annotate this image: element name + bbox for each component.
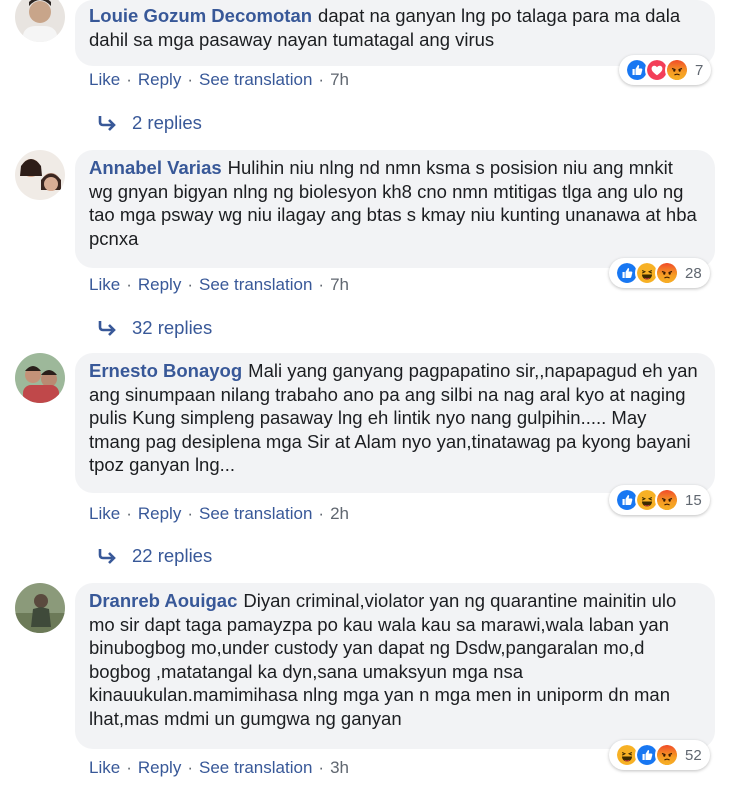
- comment-author[interactable]: Annabel Varias: [89, 157, 222, 178]
- replies-count: 22 replies: [132, 545, 213, 566]
- reply-arrow-icon: [98, 549, 116, 564]
- reply-link[interactable]: Reply: [138, 758, 181, 777]
- comment-actions: Like · Reply · See translation · 7h: [89, 70, 349, 89]
- see-translation-link[interactable]: See translation: [199, 70, 312, 89]
- reaction-summary[interactable]: 7: [619, 55, 712, 85]
- comment-author[interactable]: Dranreb Aouigac: [89, 590, 237, 611]
- like-link[interactable]: Like: [89, 70, 120, 89]
- view-replies-link[interactable]: 22 replies: [96, 545, 212, 567]
- reaction-summary[interactable]: 52: [609, 740, 710, 770]
- see-translation-link[interactable]: See translation: [199, 275, 312, 294]
- reply-link[interactable]: Reply: [138, 70, 181, 89]
- replies-count: 32 replies: [132, 317, 213, 338]
- angry-icon: [655, 743, 679, 767]
- reply-link[interactable]: Reply: [138, 504, 181, 523]
- reaction-summary[interactable]: 28: [609, 258, 710, 288]
- angry-icon: [655, 488, 679, 512]
- comment-bubble: Dranreb Aouigac Diyan criminal,violator y…: [75, 583, 715, 749]
- avatar[interactable]: [15, 583, 65, 633]
- replies-count: 2 replies: [132, 112, 202, 133]
- avatar[interactable]: [15, 353, 65, 403]
- see-translation-link[interactable]: See translation: [199, 758, 312, 777]
- comment-actions: Like · Reply · See translation · 7h: [89, 275, 349, 294]
- reaction-summary[interactable]: 15: [609, 485, 710, 515]
- avatar[interactable]: [15, 0, 65, 42]
- comment-bubble: Annabel Varias Hulihin niu nlng nd nmn ks…: [75, 150, 715, 268]
- reaction-count: 15: [685, 491, 702, 509]
- see-translation-link[interactable]: See translation: [199, 504, 312, 523]
- comment-time[interactable]: 7h: [330, 275, 349, 294]
- like-link[interactable]: Like: [89, 275, 120, 294]
- comment-bubble: Louie Gozum Decomotan dapat na ganyan lng…: [75, 0, 715, 66]
- comment-time[interactable]: 2h: [330, 504, 349, 523]
- avatar[interactable]: [15, 150, 65, 200]
- comment-time[interactable]: 7h: [330, 70, 349, 89]
- angry-icon: [655, 261, 679, 285]
- reply-arrow-icon: [98, 321, 116, 336]
- comment-time[interactable]: 3h: [330, 758, 349, 777]
- angry-icon: [665, 58, 689, 82]
- view-replies-link[interactable]: 2 replies: [96, 112, 202, 134]
- comment-actions: Like · Reply · See translation · 2h: [89, 504, 349, 523]
- like-link[interactable]: Like: [89, 504, 120, 523]
- comment-bubble: Ernesto Bonayog Mali yang ganyang pagpapa…: [75, 353, 715, 493]
- reply-arrow-icon: [98, 116, 116, 131]
- view-replies-link[interactable]: 32 replies: [96, 317, 212, 339]
- reply-link[interactable]: Reply: [138, 275, 181, 294]
- reaction-count: 7: [695, 61, 704, 79]
- comment-author[interactable]: Ernesto Bonayog: [89, 360, 242, 381]
- comment-author[interactable]: Louie Gozum Decomotan: [89, 5, 312, 26]
- reaction-count: 28: [685, 264, 702, 282]
- reaction-count: 52: [685, 746, 702, 764]
- like-link[interactable]: Like: [89, 758, 120, 777]
- comment-actions: Like · Reply · See translation · 3h: [89, 758, 349, 777]
